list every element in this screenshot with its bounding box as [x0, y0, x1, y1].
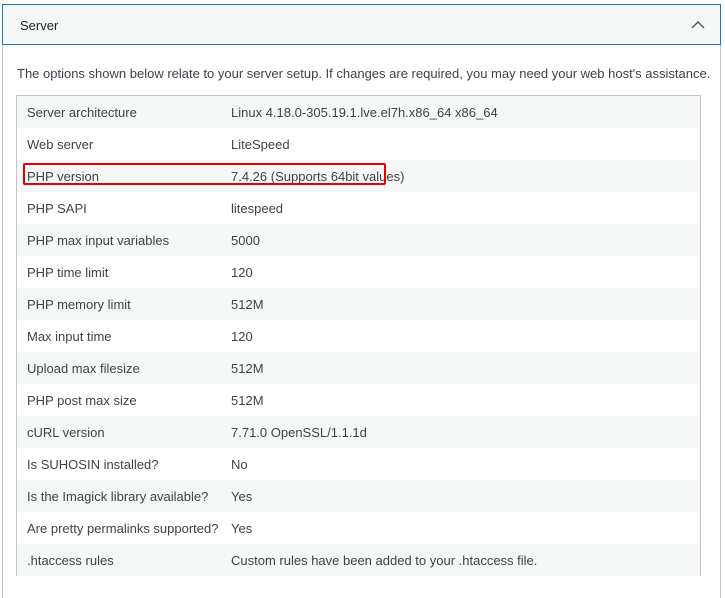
row-value: Custom rules have been added to your .ht… — [231, 552, 538, 568]
row-value: 5000 — [231, 232, 260, 248]
row-value: 120 — [231, 264, 253, 280]
row-label: PHP max input variables — [27, 232, 170, 248]
table-row: PHP max input variables 5000 — [17, 224, 700, 256]
row-value: 120 — [231, 328, 253, 344]
row-label: PHP time limit — [27, 264, 109, 280]
row-value: Yes — [231, 488, 253, 504]
row-value: LiteSpeed — [231, 136, 290, 152]
row-value: 7.71.0 OpenSSL/1.1.1d — [231, 424, 367, 440]
server-info-table: Server architecture Linux 4.18.0-305.19.… — [16, 95, 701, 576]
table-row: Server architecture Linux 4.18.0-305.19.… — [17, 96, 700, 128]
table-row: .htaccess rules Custom rules have been a… — [17, 544, 700, 576]
table-row: Web server LiteSpeed — [17, 128, 700, 160]
row-label: PHP memory limit — [27, 296, 131, 312]
row-label: Max input time — [27, 328, 112, 344]
row-label: Are pretty permalinks supported? — [27, 520, 219, 536]
panel-title: Server — [20, 18, 59, 33]
row-value: 512M — [231, 360, 264, 376]
intro-text: The options shown below relate to your s… — [17, 66, 711, 81]
table-row: Are pretty permalinks supported? Yes — [17, 512, 700, 544]
table-row: Max input time 120 — [17, 320, 700, 352]
row-label: cURL version — [27, 424, 105, 440]
row-label: .htaccess rules — [27, 552, 114, 568]
server-panel-header[interactable]: Server — [2, 4, 721, 45]
table-row: PHP time limit 120 — [17, 256, 700, 288]
chevron-up-icon[interactable] — [688, 16, 708, 34]
row-label: Upload max filesize — [27, 360, 140, 376]
table-row-php-version: PHP version 7.4.26 (Supports 64bit value… — [17, 160, 700, 192]
row-label: Is the Imagick library available? — [27, 488, 209, 504]
row-value: 512M — [231, 392, 264, 408]
row-label: PHP post max size — [27, 392, 137, 408]
row-value: Yes — [231, 520, 253, 536]
table-row: PHP memory limit 512M — [17, 288, 700, 320]
table-row: PHP post max size 512M — [17, 384, 700, 416]
table-row: PHP SAPI litespeed — [17, 192, 700, 224]
table-row: Is the Imagick library available? Yes — [17, 480, 700, 512]
row-label: Web server — [27, 136, 94, 152]
row-label: PHP SAPI — [27, 200, 87, 216]
table-row: Is SUHOSIN installed? No — [17, 448, 700, 480]
row-value: 7.4.26 (Supports 64bit values) — [231, 168, 405, 184]
row-value: No — [231, 456, 248, 472]
row-label: Server architecture — [27, 104, 137, 120]
row-value: Linux 4.18.0-305.19.1.lve.el7h.x86_64 x8… — [231, 104, 498, 120]
row-value: 512M — [231, 296, 264, 312]
table-row: cURL version 7.71.0 OpenSSL/1.1.1d — [17, 416, 700, 448]
row-label: PHP version — [27, 168, 100, 184]
row-label: Is SUHOSIN installed? — [27, 456, 159, 472]
table-row: Upload max filesize 512M — [17, 352, 700, 384]
row-value: litespeed — [231, 200, 284, 216]
